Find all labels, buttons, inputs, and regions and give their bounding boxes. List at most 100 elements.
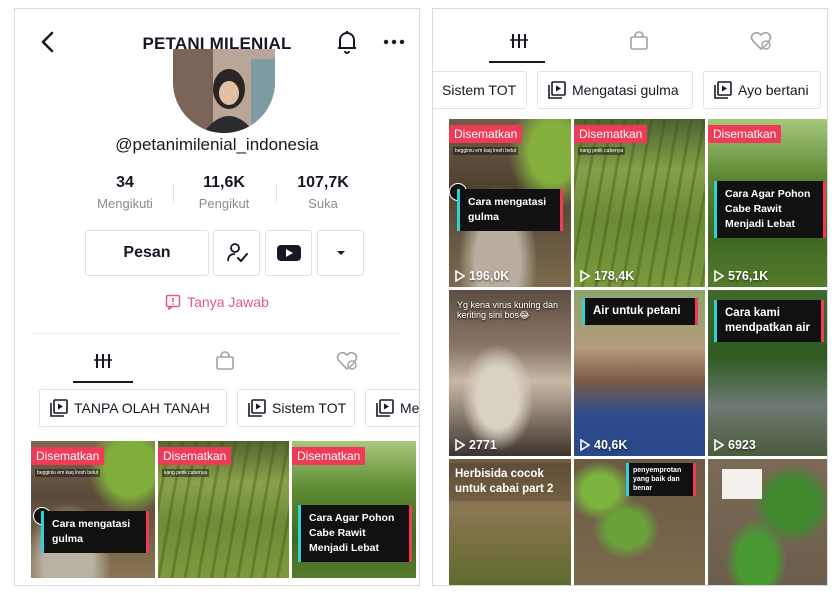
stat-following[interactable]: 34 Mengikuti <box>70 174 180 211</box>
playlist-icon <box>248 399 266 417</box>
video-thumbnail[interactable]: Disematkan begginiu em kaq lresh belut C… <box>449 119 571 287</box>
video-thumbnail[interactable] <box>708 459 827 585</box>
playlist-label: Mengatasi gulma <box>572 82 679 98</box>
playlist-row: TANPA OLAH TANAH Sistem TOT Me <box>15 389 419 429</box>
play-icon <box>455 439 465 451</box>
video-caption: Cara mengatasi gulma <box>41 511 149 553</box>
youtube-icon <box>276 245 301 261</box>
playlist-label: Sistem TOT <box>272 400 347 416</box>
videos-panel: Sistem TOT Mengatasi gulma Ayo bertani D… <box>432 8 828 586</box>
stat-followers[interactable]: 11,6K Pengikut <box>169 174 279 211</box>
view-count-value: 196,0K <box>469 269 510 283</box>
playlist-label: TANPA OLAH TANAH <box>74 400 210 416</box>
play-icon <box>455 270 465 282</box>
video-thumbnail[interactable]: Herbisida cocok untuk cabai part 2 <box>449 459 571 585</box>
view-count: 196,0K <box>455 269 509 283</box>
shopping-bag-icon <box>630 31 648 50</box>
video-note: kang petik cabenya <box>578 147 626 155</box>
video-note: begginiu em kaq lresh belut <box>453 147 519 155</box>
video-note: begginiu em kaq lresh belut <box>35 469 101 477</box>
tab-shop[interactable] <box>609 19 669 63</box>
qa-label: Tanya Jawab <box>187 294 269 310</box>
playlist-label: Ayo bertani <box>738 82 809 98</box>
qa-link[interactable]: Tanya Jawab <box>15 294 419 310</box>
video-thumbnail[interactable]: Air untuk petani 40,6K <box>574 290 705 456</box>
playlist-label: Sistem TOT <box>442 82 517 98</box>
hidden-heart-icon <box>336 351 358 371</box>
video-thumbnail[interactable]: Cara kami mendpatkan air 6923 <box>708 290 827 456</box>
view-count-value: 576,1K <box>728 269 769 283</box>
pinned-badge: Disematkan <box>158 447 232 465</box>
playlist-chip[interactable]: Sistem TOT <box>237 389 355 427</box>
hidden-heart-icon <box>750 31 772 51</box>
playlist-label: Me <box>400 400 420 416</box>
followers-count: 11,6K <box>203 174 245 191</box>
following-label: Mengikuti <box>97 196 153 211</box>
video-thumbnail[interactable]: Disematkan Cara Agar Pohon Cabe Rawit Me… <box>292 441 416 578</box>
stat-likes[interactable]: 107,7K Suka <box>268 174 378 211</box>
playlist-chip[interactable]: Ayo bertani <box>703 71 821 109</box>
playlist-chip[interactable]: Sistem TOT <box>433 71 527 109</box>
tab-liked[interactable] <box>731 19 791 63</box>
video-thumbnail[interactable]: Yg kena virus kuning dan keriting sini b… <box>449 290 571 456</box>
view-count-value: 6923 <box>728 438 756 452</box>
profile-panel: PETANI MILENIAL @petanimilenial_indonesi… <box>14 8 420 586</box>
view-count: 2771 <box>455 438 497 452</box>
playlist-chip[interactable]: Me <box>365 389 420 427</box>
playlist-chip[interactable]: TANPA OLAH TANAH <box>39 389 227 427</box>
following-count: 34 <box>116 174 134 191</box>
content-tabs <box>15 339 419 383</box>
video-caption: Cara kami mendpatkan air <box>714 300 824 342</box>
message-button-label: Pesan <box>123 244 171 261</box>
view-count: 6923 <box>714 438 756 452</box>
tab-shop[interactable] <box>195 339 255 383</box>
view-count-value: 178,4K <box>594 269 635 283</box>
likes-label: Suka <box>308 196 338 211</box>
content-tabs <box>433 19 827 63</box>
tab-liked[interactable] <box>317 339 377 383</box>
pinned-badge: Disematkan <box>31 447 105 465</box>
video-thumbnail[interactable]: Disematkan Cara Agar Pohon Cabe Rawit Me… <box>708 119 827 287</box>
message-button[interactable]: Pesan <box>85 230 209 276</box>
video-caption: Cara Agar Pohon Cabe Rawit Menjadi Lebat <box>714 181 826 238</box>
play-icon <box>714 439 724 451</box>
sign-board <box>722 469 762 499</box>
tab-videos[interactable] <box>489 19 549 63</box>
video-grid: Disematkan begginiu em kaq lresh belut C… <box>15 441 419 585</box>
active-tab-indicator <box>73 381 133 383</box>
view-count-value: 2771 <box>469 438 497 452</box>
view-count: 178,4K <box>580 269 634 283</box>
play-icon <box>580 270 590 282</box>
playlist-icon <box>548 81 566 99</box>
playlist-icon <box>50 399 68 417</box>
video-caption: penyemprotan yang baik dan benar <box>626 463 696 496</box>
video-caption: Yg kena virus kuning dan keriting sini b… <box>457 300 559 320</box>
tab-videos[interactable] <box>73 339 133 383</box>
pinned-badge: Disematkan <box>574 125 648 143</box>
followers-label: Pengikut <box>198 196 250 211</box>
grid-icon <box>510 34 528 48</box>
more-options-icon[interactable] <box>381 29 407 55</box>
video-caption: Cara Agar Pohon Cabe Rawit Menjadi Lebat <box>298 505 412 562</box>
following-button[interactable] <box>213 230 260 276</box>
video-caption: Herbisida cocok untuk cabai part 2 <box>449 463 571 501</box>
divider <box>33 333 401 334</box>
video-note: kang petik cabenya <box>162 469 210 477</box>
suggestions-dropdown-button[interactable] <box>317 230 364 276</box>
video-thumbnail[interactable]: penyemprotan yang baik dan benar <box>574 459 705 585</box>
qa-icon <box>165 294 181 310</box>
play-icon <box>714 270 724 282</box>
playlist-chip[interactable]: Mengatasi gulma <box>537 71 693 109</box>
view-count-value: 40,6K <box>594 438 628 452</box>
video-thumbnail[interactable]: Disematkan kang petik cabenya 178,4K <box>574 119 705 287</box>
video-caption: Cara mengatasi gulma <box>457 189 563 231</box>
video-thumbnail[interactable]: Disematkan kang petik cabenya <box>158 441 289 578</box>
video-thumbnail[interactable]: Disematkan begginiu em kaq lresh belut C… <box>31 441 155 578</box>
bell-icon[interactable] <box>335 29 359 55</box>
active-tab-indicator <box>489 61 545 63</box>
pinned-badge: Disematkan <box>292 447 366 465</box>
pinned-badge: Disematkan <box>708 125 782 143</box>
pinned-badge: Disematkan <box>449 125 523 143</box>
avatar[interactable] <box>173 49 275 133</box>
youtube-button[interactable] <box>265 230 312 276</box>
